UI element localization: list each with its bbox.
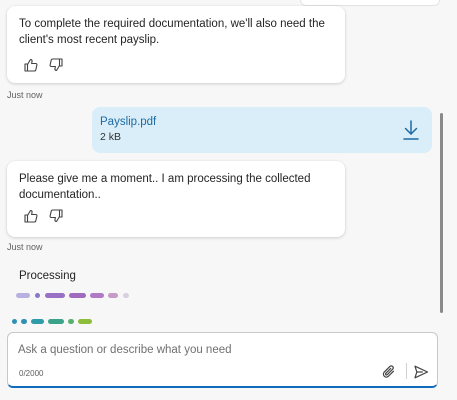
typing-indicator [12, 319, 102, 325]
typing-dot [31, 319, 44, 324]
typing-dot [21, 319, 27, 324]
processing-dot [45, 293, 65, 298]
chat-scrollbar[interactable] [440, 113, 443, 313]
thumbs-down-icon[interactable] [48, 57, 64, 73]
typing-dot [78, 319, 92, 324]
processing-dot [16, 293, 30, 298]
thumbs-up-icon[interactable] [23, 208, 39, 224]
chat-composer: 0/2000 [7, 332, 438, 388]
message-timestamp: Just now [7, 242, 43, 252]
message-timestamp: Just now [7, 90, 43, 100]
processing-dot [123, 293, 129, 298]
send-icon[interactable] [413, 364, 429, 380]
bot-message: Please give me a moment.. I am processin… [7, 161, 345, 237]
download-icon[interactable] [402, 119, 420, 141]
message-text: Please give me a moment.. I am processin… [19, 173, 311, 201]
thumbs-up-icon[interactable] [23, 57, 39, 73]
processing-dot [35, 293, 40, 298]
thumbs-down-icon[interactable] [48, 208, 64, 224]
typing-dot [12, 319, 17, 324]
typing-dot [68, 319, 74, 324]
character-counter: 0/2000 [19, 369, 44, 378]
typing-dot [48, 319, 64, 324]
file-size: 2 kB [100, 131, 122, 143]
processing-dot [69, 293, 86, 298]
composer-divider [406, 363, 407, 379]
file-attachment-card[interactable]: Payslip.pdf 2 kB [92, 107, 432, 153]
processing-indicator [16, 293, 136, 299]
paperclip-icon[interactable] [381, 363, 397, 381]
processing-dot [90, 293, 104, 298]
file-name[interactable]: Payslip.pdf [100, 116, 156, 128]
processing-dot [108, 293, 118, 298]
chat-input[interactable] [18, 341, 378, 359]
processing-label: Processing [19, 270, 76, 282]
message-text: To complete the required documentation, … [19, 18, 325, 46]
bot-message: To complete the required documentation, … [7, 6, 345, 83]
